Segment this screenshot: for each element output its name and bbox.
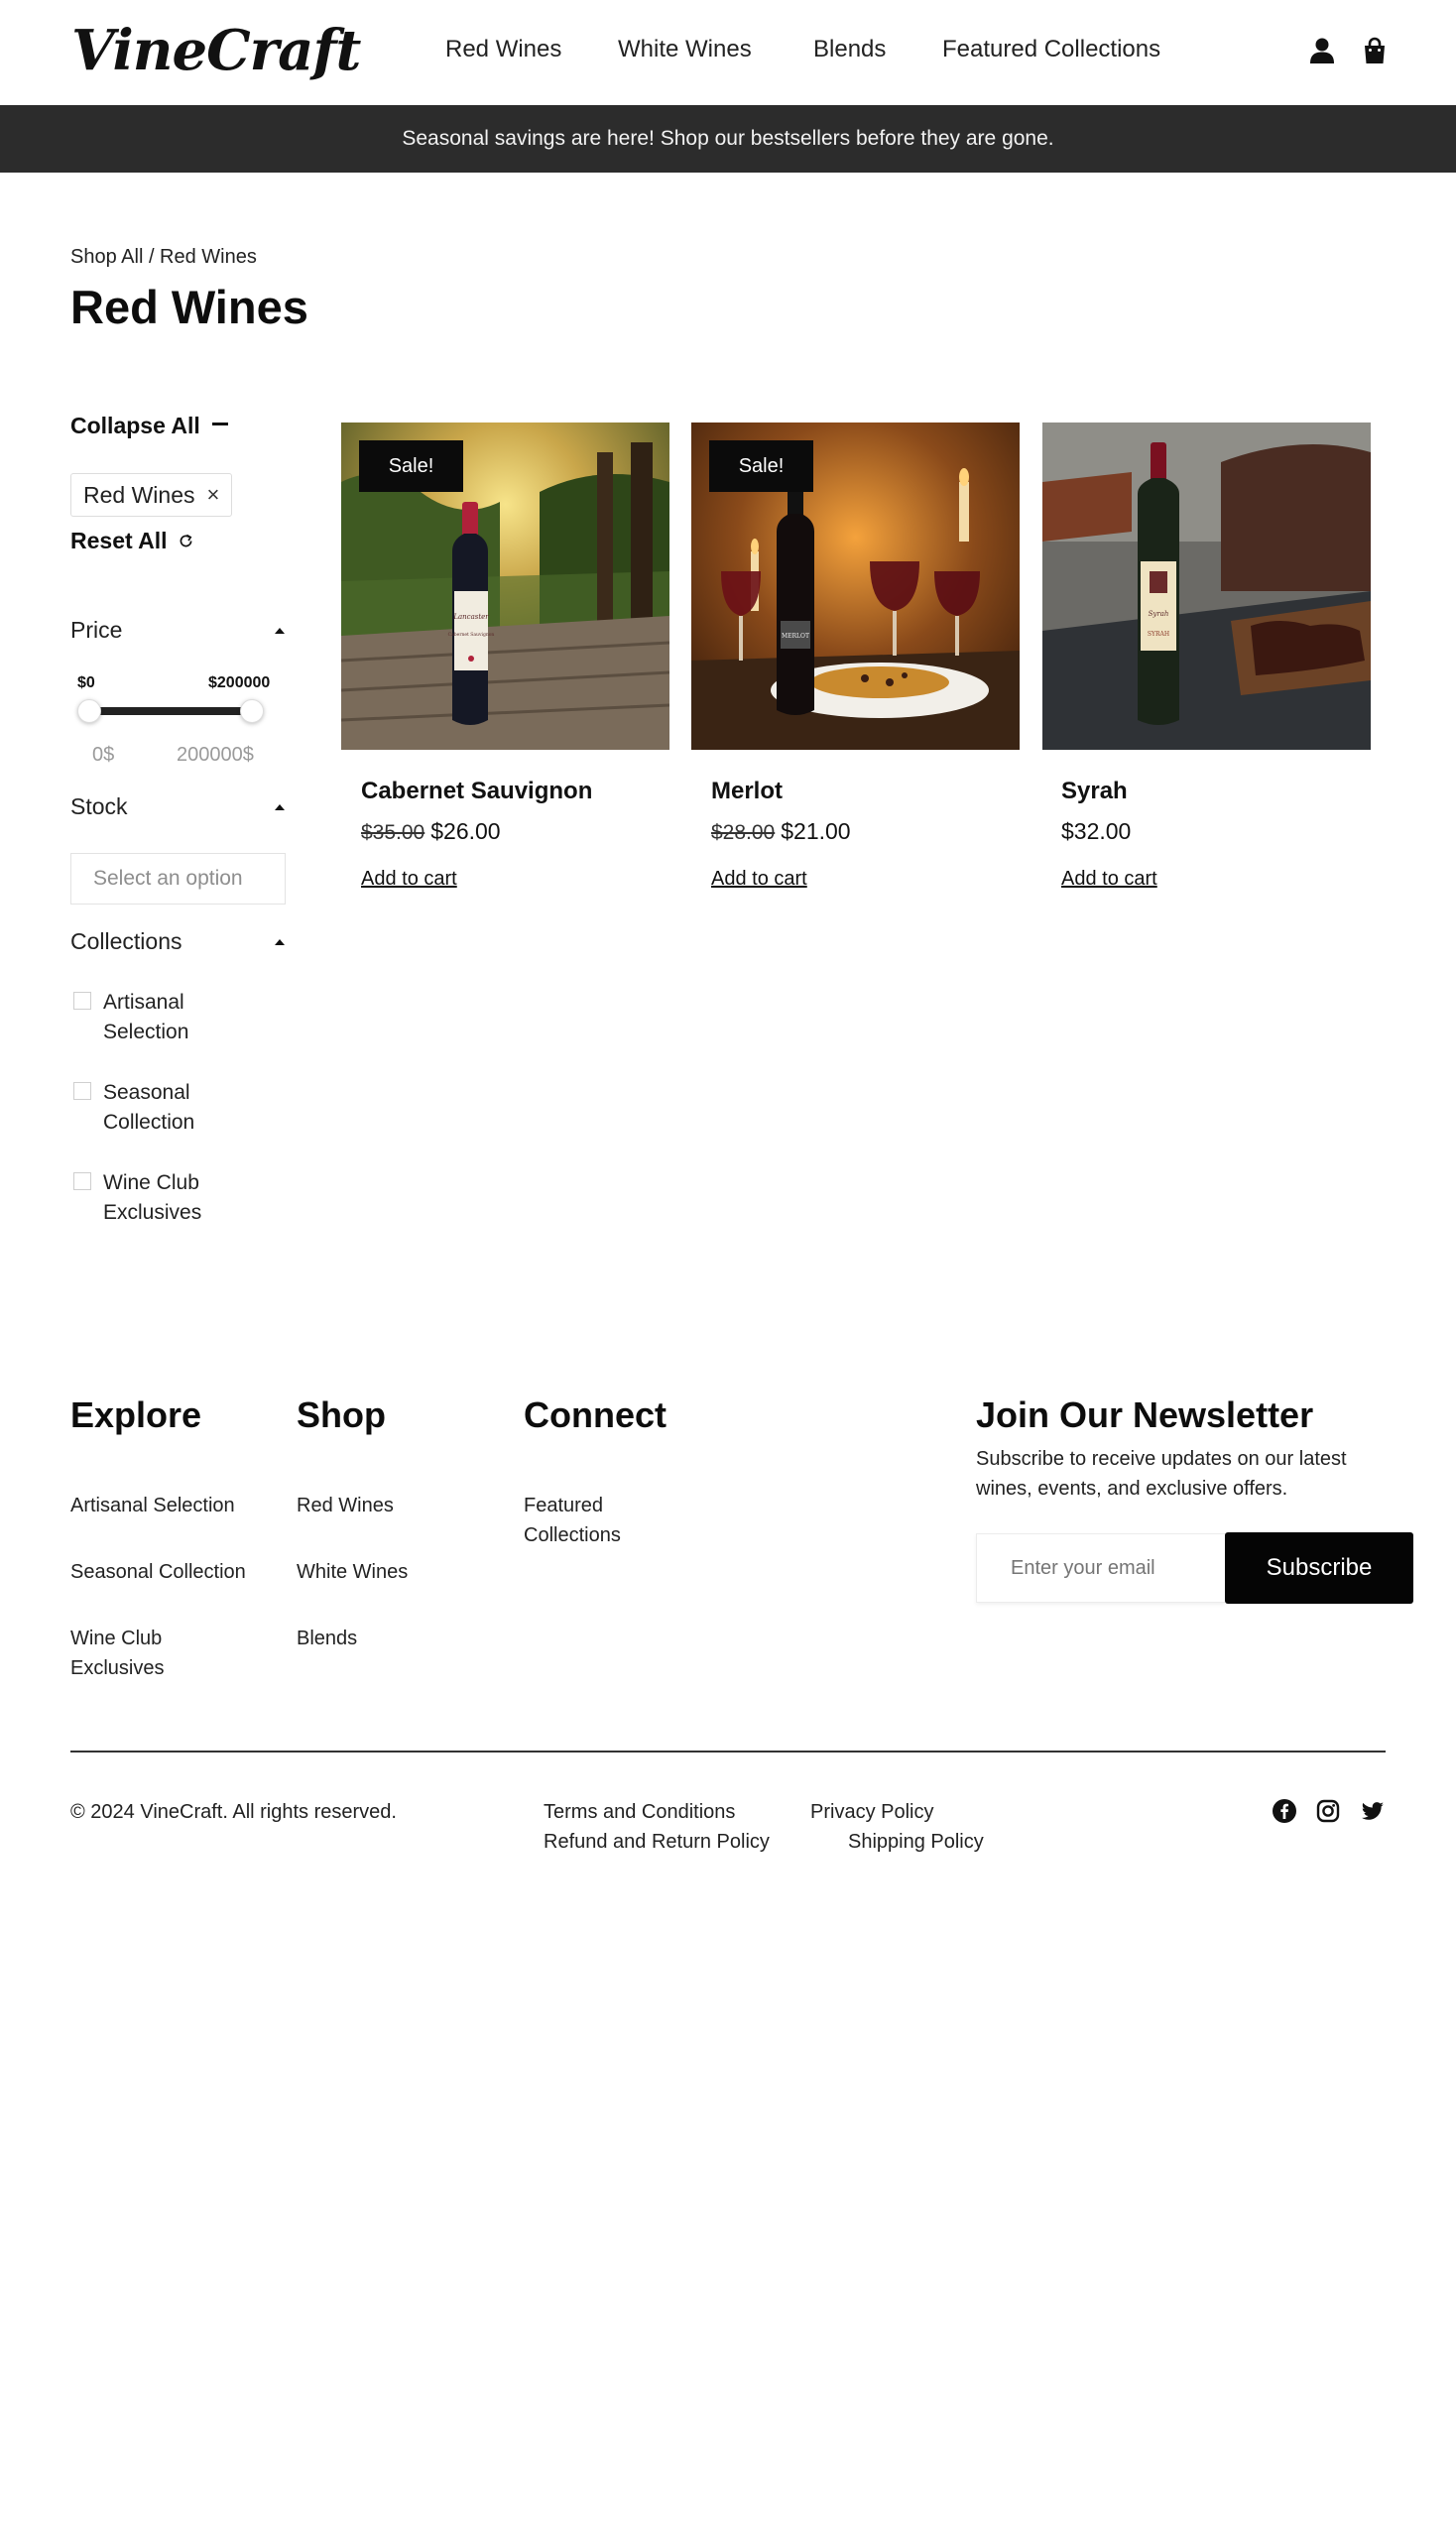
copyright: © 2024 VineCraft. All rights reserved.	[70, 1801, 397, 1823]
refresh-icon	[180, 534, 192, 547]
checkbox-label: Artisanal Selection	[103, 991, 189, 1043]
old-price: $35.00	[361, 821, 425, 844]
breadcrumb[interactable]: Shop All / Red Wines	[70, 246, 257, 269]
chevron-up-icon	[275, 803, 285, 810]
newsletter-email-input[interactable]	[976, 1533, 1226, 1603]
active-filter-chip: Red Wines ×	[70, 473, 233, 517]
nav-red-wines[interactable]: Red Wines	[445, 36, 561, 63]
price-filter-label: Price	[70, 617, 123, 643]
current-price: $26.00	[430, 818, 501, 844]
stock-filter-label: Stock	[70, 793, 128, 819]
price-slider-max-handle[interactable]	[240, 699, 264, 723]
bottle-label-text: Cabernet Sauvignon	[448, 632, 495, 638]
instagram-icon[interactable]	[1315, 1798, 1341, 1824]
bottle-label-text: MERLOT	[782, 633, 809, 640]
product-price: $32.00	[1061, 818, 1131, 845]
old-price: $28.00	[711, 821, 776, 844]
terms-link[interactable]: Terms and Conditions	[544, 1801, 735, 1824]
nav-white-wines[interactable]: White Wines	[618, 36, 752, 63]
nav-featured-collections[interactable]: Featured Collections	[942, 36, 1160, 63]
logo[interactable]: VineCraft	[71, 18, 361, 83]
newsletter-description: Subscribe to receive updates on our late…	[976, 1448, 1347, 1500]
close-icon[interactable]: ×	[206, 482, 219, 508]
facebook-icon[interactable]	[1272, 1798, 1297, 1824]
chevron-up-icon	[275, 938, 285, 945]
chip-label: Red Wines	[83, 481, 195, 508]
price-max-value: 200000$	[177, 744, 254, 766]
collection-option[interactable]: Seasonal Collection	[73, 1078, 252, 1138]
footer-explore-heading: Explore	[70, 1394, 202, 1435]
collections-filter-toggle[interactable]: Collections	[70, 928, 285, 955]
footer-link[interactable]: Featured Collections	[524, 1491, 653, 1550]
collection-option[interactable]: Wine Club Exclusives	[73, 1168, 252, 1228]
price-max-label: $200000	[208, 674, 271, 691]
footer-link[interactable]: Seasonal Collection	[70, 1557, 246, 1587]
product-image-syrah[interactable]: Syrah SYRAH	[1042, 423, 1371, 750]
checkbox-artisanal-selection[interactable]	[73, 992, 91, 1010]
collapse-all-label: Collapse All	[70, 413, 200, 438]
sale-badge: Sale!	[359, 440, 463, 492]
price-min-value: 0$	[92, 744, 115, 766]
footer-divider	[70, 1751, 1386, 1753]
checkbox-seasonal-collection[interactable]	[73, 1082, 91, 1100]
svg-text:Lancaster: Lancaster	[452, 613, 489, 621]
footer-shop-heading: Shop	[297, 1394, 386, 1435]
product-price: $35.00 $26.00	[361, 818, 501, 845]
footer-link[interactable]: Blends	[297, 1624, 357, 1653]
add-to-cart-button[interactable]: Add to cart	[711, 868, 807, 891]
shopping-bag-icon[interactable]	[1360, 36, 1390, 65]
shipping-link[interactable]: Shipping Policy	[848, 1831, 984, 1854]
collection-option[interactable]: Artisanal Selection	[73, 988, 252, 1047]
chevron-up-icon	[275, 627, 285, 634]
price-filter-toggle[interactable]: Price	[70, 617, 285, 644]
collections-filter-label: Collections	[70, 928, 182, 954]
promo-banner: Seasonal savings are here! Shop our best…	[0, 105, 1456, 173]
privacy-link[interactable]: Privacy Policy	[810, 1801, 933, 1824]
site-header: VineCraft Red Wines White Wines Blends F…	[0, 0, 1456, 105]
product-name[interactable]: Merlot	[711, 778, 783, 805]
product-price: $28.00 $21.00	[711, 818, 851, 845]
current-price: $21.00	[781, 818, 851, 844]
price-slider-track[interactable]	[89, 707, 263, 715]
stock-filter-toggle[interactable]: Stock	[70, 793, 285, 820]
checkbox-label: Seasonal Collection	[103, 1081, 195, 1134]
footer-connect-heading: Connect	[524, 1394, 667, 1435]
checkbox-label: Wine Club Exclusives	[103, 1171, 202, 1224]
product-name[interactable]: Syrah	[1061, 778, 1128, 805]
footer-link[interactable]: White Wines	[297, 1557, 408, 1587]
page-title: Red Wines	[70, 281, 308, 333]
reset-all-label: Reset All	[70, 528, 168, 553]
sale-badge: Sale!	[709, 440, 813, 492]
add-to-cart-button[interactable]: Add to cart	[361, 868, 457, 891]
svg-text:SYRAH: SYRAH	[1148, 631, 1169, 638]
bottle-label-text: Syrah	[1149, 610, 1169, 618]
stock-select[interactable]: Select an option	[70, 853, 286, 905]
newsletter-heading: Join Our Newsletter	[976, 1394, 1314, 1435]
footer-link[interactable]: Artisanal Selection	[70, 1491, 235, 1520]
price-min-label: $0	[77, 674, 95, 691]
footer-link[interactable]: Wine Club Exclusives	[70, 1624, 209, 1683]
collapse-all-button[interactable]: Collapse All	[70, 413, 228, 439]
footer-link[interactable]: Red Wines	[297, 1491, 394, 1520]
subscribe-button[interactable]: Subscribe	[1225, 1532, 1413, 1604]
twitter-icon[interactable]	[1360, 1798, 1386, 1824]
price-slider-min-handle[interactable]	[77, 699, 101, 723]
user-icon[interactable]	[1307, 36, 1337, 65]
current-price: $32.00	[1061, 818, 1132, 844]
refund-link[interactable]: Refund and Return Policy	[544, 1831, 770, 1854]
product-name[interactable]: Cabernet Sauvignon	[361, 778, 592, 805]
minus-icon	[211, 423, 228, 425]
checkbox-wine-club-exclusives[interactable]	[73, 1172, 91, 1190]
reset-all-button[interactable]: Reset All	[70, 528, 194, 554]
add-to-cart-button[interactable]: Add to cart	[1061, 868, 1157, 891]
nav-blends[interactable]: Blends	[813, 36, 886, 63]
